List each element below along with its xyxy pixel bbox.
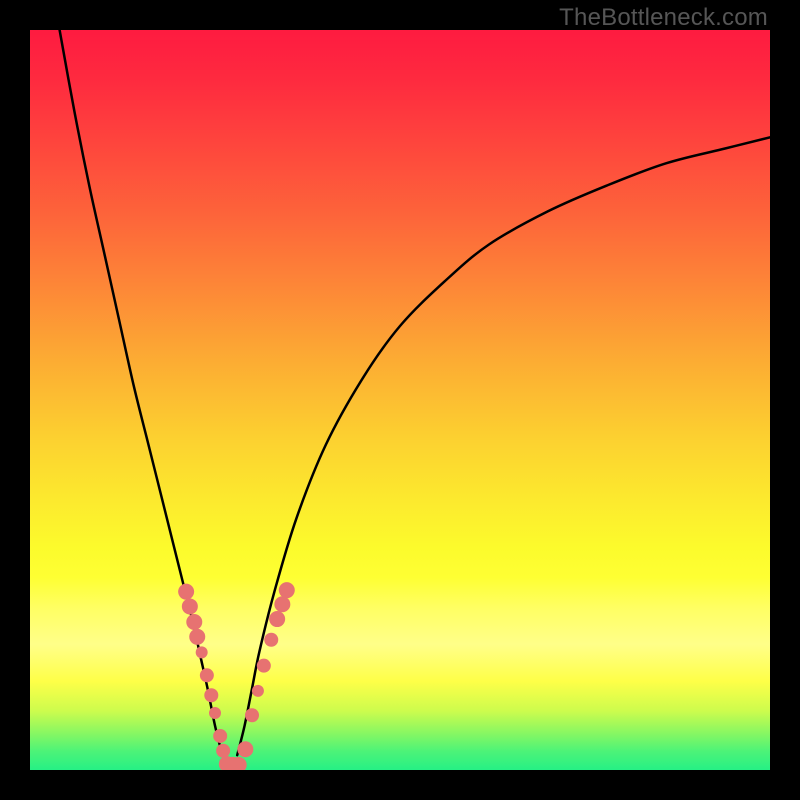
data-marker <box>257 659 271 673</box>
data-marker <box>196 646 208 658</box>
data-marker <box>216 744 230 758</box>
data-marker <box>279 582 295 598</box>
data-marker <box>182 598 198 614</box>
data-marker <box>213 729 227 743</box>
data-marker <box>178 584 194 600</box>
data-marker <box>274 596 290 612</box>
bottleneck-curve <box>30 30 770 770</box>
data-marker <box>200 668 214 682</box>
data-marker <box>264 633 278 647</box>
data-marker <box>204 688 218 702</box>
curve-right-branch <box>237 137 770 755</box>
data-marker <box>189 629 205 645</box>
watermark-text: TheBottleneck.com <box>559 4 768 32</box>
data-markers <box>178 582 295 770</box>
data-marker <box>245 708 259 722</box>
data-marker <box>237 741 253 757</box>
data-marker <box>209 707 221 719</box>
curve-left-branch <box>60 30 223 755</box>
data-marker <box>186 614 202 630</box>
plot-frame <box>30 30 770 770</box>
data-marker <box>252 685 264 697</box>
data-marker <box>269 611 285 627</box>
